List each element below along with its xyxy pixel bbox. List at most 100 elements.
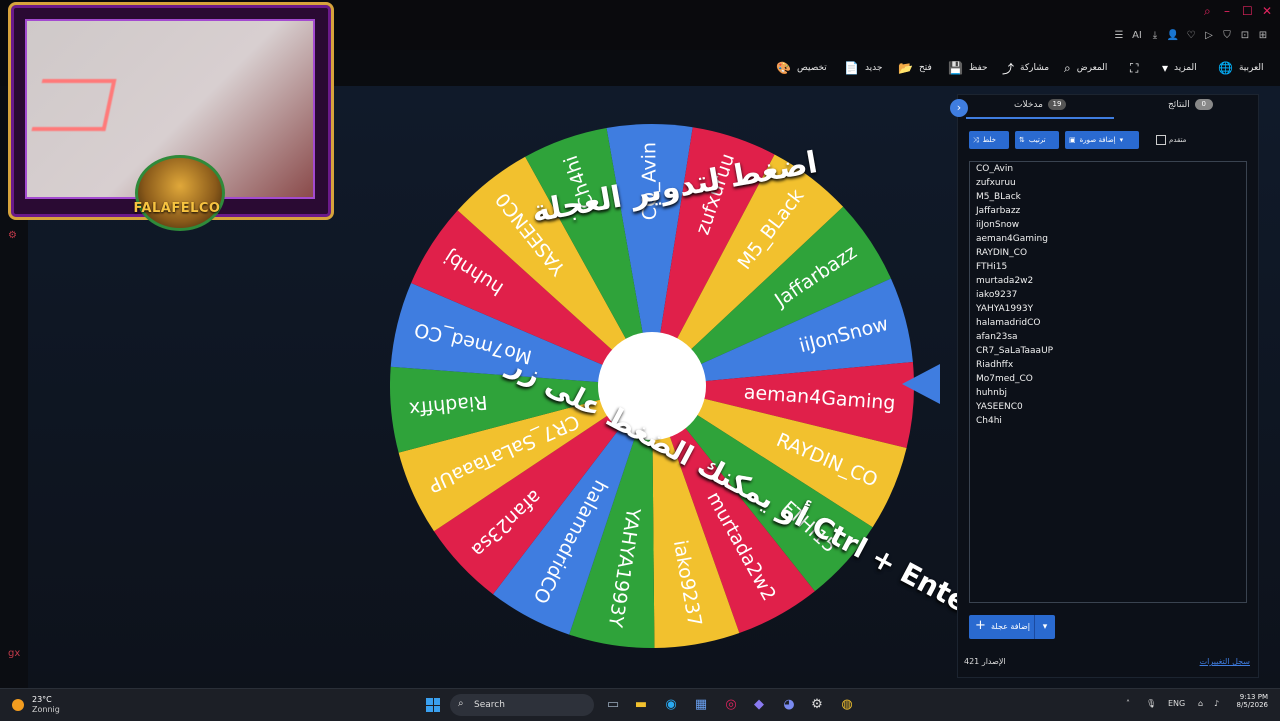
tabs-icon[interactable]: ⊞	[1254, 30, 1272, 48]
fullscreen-button[interactable]: ⛶	[1130, 60, 1138, 76]
profile-icon[interactable]: 👤	[1164, 30, 1182, 48]
checkbox-box[interactable]	[1156, 135, 1166, 145]
temperature: 23°C	[32, 695, 52, 704]
new-label: جديد	[864, 63, 883, 73]
play-icon[interactable]: ▷	[1200, 30, 1218, 48]
add-wheel-button[interactable]: + إضافة عجلة ▾	[969, 615, 1055, 639]
sidebar-gx-icon[interactable]: gx	[8, 648, 20, 659]
fullscreen-icon: ⛶	[1130, 60, 1139, 75]
share-button[interactable]: ⤴ مشاركة	[1002, 60, 1049, 76]
entry-line[interactable]: iiJonSnow	[970, 218, 1246, 232]
favorite-icon[interactable]: ♡	[1182, 30, 1200, 48]
steam-icon[interactable]: ⚙	[808, 696, 826, 714]
share-label: مشاركة	[1020, 63, 1050, 73]
customize-button[interactable]: 🎨 تخصيص	[776, 60, 827, 76]
entry-line[interactable]: YAHYA1993Y	[970, 302, 1246, 316]
version-label: الإصدار 421	[964, 657, 1006, 666]
customize-label: تخصيص	[796, 63, 827, 73]
entries-count-badge: 19	[1047, 99, 1066, 110]
entry-line[interactable]: CR7_SaLaTaaaUP	[970, 344, 1246, 358]
folder-icon: 📂	[898, 61, 913, 75]
sidebar-gear-icon[interactable]: ⚙	[8, 230, 17, 241]
plus-icon: +	[975, 618, 986, 633]
chevron-down-icon: ▾	[1119, 136, 1124, 144]
entry-line[interactable]: YASEENC0	[970, 400, 1246, 414]
edge-icon[interactable]: ◉	[662, 696, 680, 714]
entry-line[interactable]: Riadhffx	[970, 358, 1246, 372]
entry-line[interactable]: zufxuruu	[970, 176, 1246, 190]
share-icon: ⤴	[1002, 61, 1015, 76]
entry-line[interactable]: Jaffarbazz	[970, 204, 1246, 218]
falafelco-logo	[135, 155, 225, 231]
tab-entries[interactable]: مدخلات 19	[1014, 99, 1066, 110]
tab-results[interactable]: النتائج 0	[1168, 99, 1213, 110]
entry-line[interactable]: M5_BLack	[970, 190, 1246, 204]
save-icon: 💾	[948, 61, 963, 75]
new-button[interactable]: 📄 جديد	[844, 60, 882, 76]
entries-panel: › مدخلات 19 النتائج 0 ⤨ خلط ⇅ ترتيب ▣ إض…	[950, 94, 1259, 678]
search-icon: ⌕	[1064, 60, 1071, 75]
microphone-icon[interactable]: 🎙	[1146, 699, 1156, 708]
language-indicator[interactable]: ENG	[1168, 699, 1185, 708]
entries-textarea[interactable]: CO_Avin zufxuruu M5_BLack Jaffarbazz iiJonSn…	[969, 161, 1247, 603]
opera-gx-icon[interactable]: ◎	[722, 696, 740, 714]
wheel-pointer	[902, 364, 940, 404]
entry-line[interactable]: Mo7med_CO	[970, 372, 1246, 386]
ai-icon[interactable]: AI	[1128, 30, 1146, 48]
language-menu[interactable]: 🌐 العربية	[1218, 60, 1264, 76]
start-button[interactable]	[426, 698, 440, 712]
save-label: حفظ	[968, 63, 988, 73]
weather-condition: Zonnig	[32, 705, 60, 714]
menu-icon[interactable]: ☰	[1110, 30, 1128, 48]
volume-icon[interactable]: ♪	[1214, 699, 1219, 708]
sort-label: ترتيب	[1028, 136, 1046, 144]
entry-line[interactable]: halamadridCO	[970, 316, 1246, 330]
search-icon[interactable]: ⌕	[1204, 4, 1211, 19]
taskbar-search[interactable]: ⌕ Search	[450, 694, 594, 716]
webcam-overlay: FALAFELCO	[8, 2, 334, 231]
network-icon[interactable]: ⌂	[1198, 699, 1203, 708]
advanced-checkbox[interactable]: متقدم	[1156, 135, 1186, 145]
shuffle-button[interactable]: ⤨ خلط	[969, 131, 1009, 149]
entry-line[interactable]: iako9237	[970, 288, 1246, 302]
chevron-down-icon[interactable]: ▾	[1034, 615, 1055, 639]
screenshot-icon[interactable]: ⊡	[1236, 30, 1254, 48]
maximize-button[interactable]: ☐	[1242, 4, 1253, 18]
app-icon[interactable]: ◆	[750, 696, 768, 714]
entry-line[interactable]: murtada2w2	[970, 274, 1246, 288]
more-menu[interactable]: ▾ المزيد	[1162, 60, 1197, 76]
tray-chevron-icon[interactable]: ˄	[1126, 699, 1130, 708]
search-placeholder: Search	[474, 700, 505, 710]
globe-icon: 🌐	[1218, 61, 1233, 75]
shield-icon[interactable]: ⛉	[1218, 30, 1236, 48]
gallery-label: المعرض	[1076, 63, 1108, 73]
sort-button[interactable]: ⇅ ترتيب	[1015, 131, 1059, 149]
chrome-icon[interactable]: ◍	[838, 696, 856, 714]
close-button[interactable]: ✕	[1262, 4, 1272, 18]
entry-line[interactable]: aeman4Gaming	[970, 232, 1246, 246]
store-icon[interactable]: ▦	[692, 696, 710, 714]
gallery-button[interactable]: ⌕ المعرض	[1064, 60, 1107, 76]
date: 8/5/2026	[1236, 701, 1268, 709]
more-label: المزيد	[1174, 63, 1197, 73]
open-label: فتح	[918, 63, 932, 73]
entry-line[interactable]: afan23sa	[970, 330, 1246, 344]
file-explorer-icon[interactable]: ▬	[632, 696, 650, 714]
minimize-button[interactable]: –	[1224, 4, 1230, 18]
download-icon[interactable]: ⤓	[1146, 30, 1164, 48]
open-button[interactable]: 📂 فتح	[898, 60, 932, 76]
add-image-label: إضافة صورة	[1079, 136, 1116, 144]
add-wheel-label: إضافة عجلة	[991, 622, 1030, 631]
save-button[interactable]: 💾 حفظ	[948, 60, 988, 76]
taskbar-clock[interactable]: 9:13 PM 8/5/2026	[1228, 693, 1268, 709]
changelog-link[interactable]: سجل التغييرات	[1200, 657, 1250, 666]
add-image-button[interactable]: ▣ إضافة صورة ▾	[1065, 131, 1139, 149]
entry-line[interactable]: Ch4hi	[970, 414, 1246, 428]
entry-line[interactable]: CO_Avin	[970, 162, 1246, 176]
entry-line[interactable]: FTHi15	[970, 260, 1246, 274]
task-view-icon[interactable]: ▭	[604, 696, 622, 714]
collapse-chevron-icon[interactable]: ›	[950, 99, 968, 117]
entry-line[interactable]: RAYDIN_CO	[970, 246, 1246, 260]
entry-line[interactable]: huhnbj	[970, 386, 1246, 400]
discord-icon[interactable]: ◕	[780, 696, 798, 714]
